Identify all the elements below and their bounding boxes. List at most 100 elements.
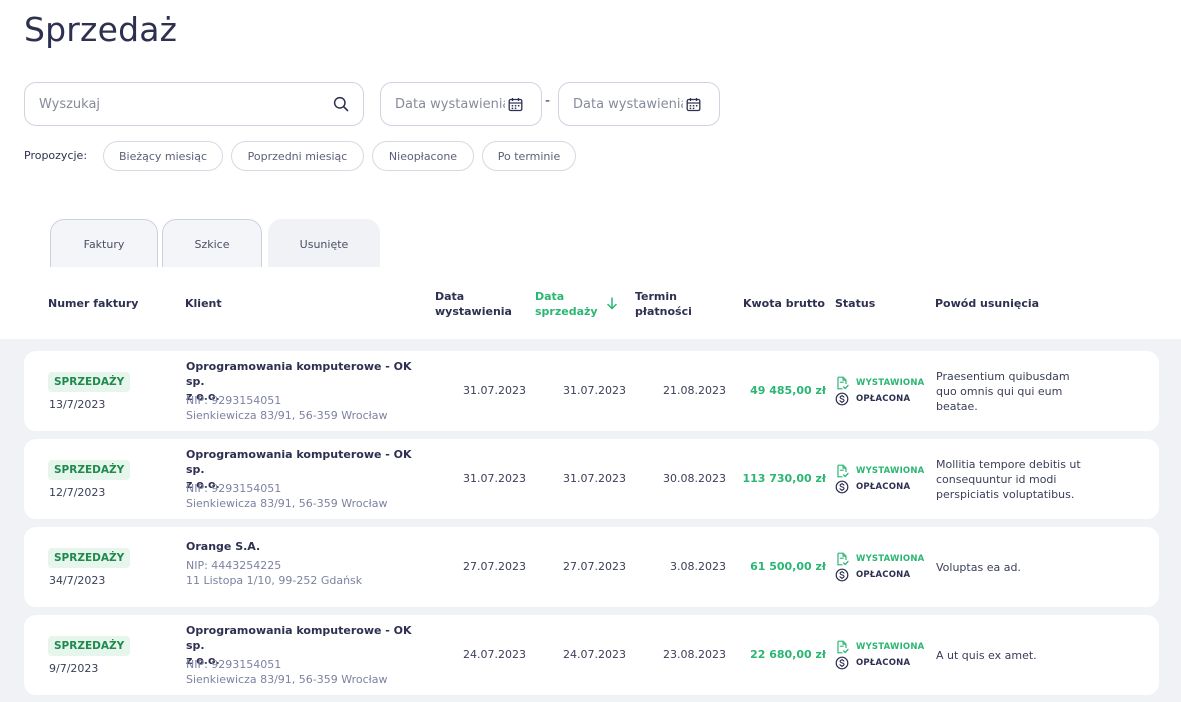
status-paid-label: OPŁACONA [856, 482, 911, 492]
invoice-number[interactable]: 9/7/2023 [49, 662, 98, 675]
invoice-number[interactable]: 13/7/2023 [49, 398, 105, 411]
gross-amount: 61 500,00 zł [750, 560, 826, 573]
arrow-down-icon[interactable] [607, 297, 617, 313]
issue-date: 31.07.2023 [463, 384, 526, 397]
invoice-number[interactable]: 12/7/2023 [49, 486, 105, 499]
document-check-icon [835, 376, 849, 390]
status-paid: OPŁACONA [835, 568, 910, 582]
page-header: Sprzedaż - Propozycje: Bieżący miesiąc P… [0, 0, 1181, 268]
status-paid-label: OPŁACONA [856, 658, 911, 668]
chip-previous-month[interactable]: Poprzedni miesiąc [231, 141, 364, 171]
calendar-icon[interactable] [505, 94, 525, 114]
client-nip: NIP: 4443254225 [186, 559, 282, 572]
status-paid-label: OPŁACONA [856, 394, 911, 404]
chip-current-month[interactable]: Bieżący miesiąc [103, 141, 223, 171]
deletion-reason: Voluptas ea ad. [936, 560, 1021, 574]
header-client[interactable]: Klient [185, 296, 222, 311]
client-address: Sienkiewicza 83/91, 56-359 Wrocław [186, 497, 388, 510]
deletion-reason: A ut quis ex amet. [936, 648, 1037, 662]
date-range-separator: - [545, 93, 551, 109]
client-details: NIP: 4443254225 11 Listopa 1/10, 99-252 G… [186, 558, 446, 588]
header-reason[interactable]: Powód usunięcia [935, 296, 1039, 311]
gross-amount: 49 485,00 zł [750, 384, 826, 397]
suggestions-label: Propozycje: [24, 149, 88, 162]
client-name-line1: Oprogramowania komputerowe - OK sp. [186, 624, 412, 652]
document-check-icon [835, 464, 849, 478]
due-date: 23.08.2023 [663, 648, 726, 661]
due-date: 3.08.2023 [670, 560, 726, 573]
sale-date: 27.07.2023 [563, 560, 626, 573]
invoice-number[interactable]: 34/7/2023 [49, 574, 105, 587]
due-date: 30.08.2023 [663, 472, 726, 485]
sale-date: 31.07.2023 [563, 384, 626, 397]
page-title: Sprzedaż [24, 10, 178, 49]
dollar-coin-icon [835, 480, 849, 494]
table-row[interactable]: SPRZEDAŻY 34/7/2023 Orange S.A. NIP: 444325… [24, 527, 1159, 607]
header-due-date-line1: Termin [635, 290, 677, 303]
sale-date: 31.07.2023 [563, 472, 626, 485]
table-row[interactable]: SPRZEDAŻY 9/7/2023 Oprogramowania komputer… [24, 615, 1159, 695]
header-issue-date-line1: Data [435, 290, 465, 303]
dollar-coin-icon [835, 656, 849, 670]
search-input[interactable] [39, 96, 331, 112]
invoice-type-badge: SPRZEDAŻY [48, 548, 131, 568]
status-issued: WYSTAWIONA [835, 376, 924, 390]
search-box [24, 82, 364, 126]
client-details: NIP: 9293154051 Sienkiewicza 83/91, 56-35… [186, 481, 446, 511]
table-row[interactable]: SPRZEDAŻY 12/7/2023 Oprogramowania kompute… [24, 439, 1159, 519]
client-name-line1: Orange S.A. [186, 540, 261, 553]
header-sale-date-line1: Data [535, 290, 565, 303]
client-nip: NIP: 9293154051 [186, 394, 282, 407]
dollar-coin-icon [835, 568, 849, 582]
header-issue-date[interactable]: Data wystawienia [435, 289, 512, 319]
header-sale-date-line2: sprzedaży [535, 305, 598, 318]
tab-invoices[interactable]: Faktury [50, 219, 158, 268]
header-sale-date[interactable]: Data sprzedaży [535, 289, 598, 319]
status-paid: OPŁACONA [835, 392, 910, 406]
status-issued-label: WYSTAWIONA [856, 554, 925, 564]
document-check-icon [835, 640, 849, 654]
document-check-icon [835, 552, 849, 566]
date-from-input[interactable] [395, 96, 505, 112]
client-details: NIP: 9293154051 Sienkiewicza 83/91, 56-35… [186, 393, 446, 423]
sales-page: Sprzedaż - Propozycje: Bieżący miesiąc P… [0, 0, 1181, 702]
deletion-reason: Praesentium quibusdam quo omnis qui qui … [936, 369, 1070, 413]
status-paid: OPŁACONA [835, 480, 910, 494]
chip-unpaid[interactable]: Nieopłacone [372, 141, 474, 171]
client-details: NIP: 9293154051 Sienkiewicza 83/91, 56-35… [186, 657, 446, 687]
invoice-type-badge: SPRZEDAŻY [48, 372, 131, 392]
gross-amount: 22 680,00 zł [750, 648, 826, 661]
client-nip: NIP: 9293154051 [186, 658, 282, 671]
chip-overdue[interactable]: Po terminie [482, 141, 576, 171]
header-due-date[interactable]: Termin płatności [635, 289, 692, 319]
table-header: Numer faktury Klient Data wystawienia Da… [0, 267, 1181, 339]
issue-date: 24.07.2023 [463, 648, 526, 661]
sale-date: 24.07.2023 [563, 648, 626, 661]
tab-deleted[interactable]: Usunięte [268, 219, 380, 268]
tab-drafts[interactable]: Szkice [162, 219, 262, 268]
invoice-type-badge: SPRZEDAŻY [48, 460, 131, 480]
search-icon[interactable] [331, 94, 351, 114]
issue-date: 27.07.2023 [463, 560, 526, 573]
issue-date: 31.07.2023 [463, 472, 526, 485]
status-issued-label: WYSTAWIONA [856, 642, 925, 652]
client-address: Sienkiewicza 83/91, 56-359 Wrocław [186, 409, 388, 422]
status-issued-label: WYSTAWIONA [856, 378, 925, 388]
table-row[interactable]: SPRZEDAŻY 13/7/2023 Oprogramowania kompute… [24, 351, 1159, 431]
deletion-reason: Mollitia tempore debitis ut consequuntur… [936, 457, 1081, 501]
status-paid-label: OPŁACONA [856, 570, 911, 580]
header-amount[interactable]: Kwota brutto [743, 296, 825, 311]
client-name[interactable]: Orange S.A. [186, 539, 426, 554]
client-name-line1: Oprogramowania komputerowe - OK sp. [186, 448, 412, 476]
header-status[interactable]: Status [835, 296, 875, 311]
header-due-date-line2: płatności [635, 305, 692, 318]
calendar-icon[interactable] [683, 94, 703, 114]
client-nip: NIP: 9293154051 [186, 482, 282, 495]
status-issued: WYSTAWIONA [835, 640, 924, 654]
dollar-coin-icon [835, 392, 849, 406]
client-address: Sienkiewicza 83/91, 56-359 Wrocław [186, 673, 388, 686]
date-from-field [380, 82, 542, 126]
date-to-input[interactable] [573, 96, 683, 112]
header-invoice-number[interactable]: Numer faktury [48, 296, 138, 311]
date-to-field [558, 82, 720, 126]
